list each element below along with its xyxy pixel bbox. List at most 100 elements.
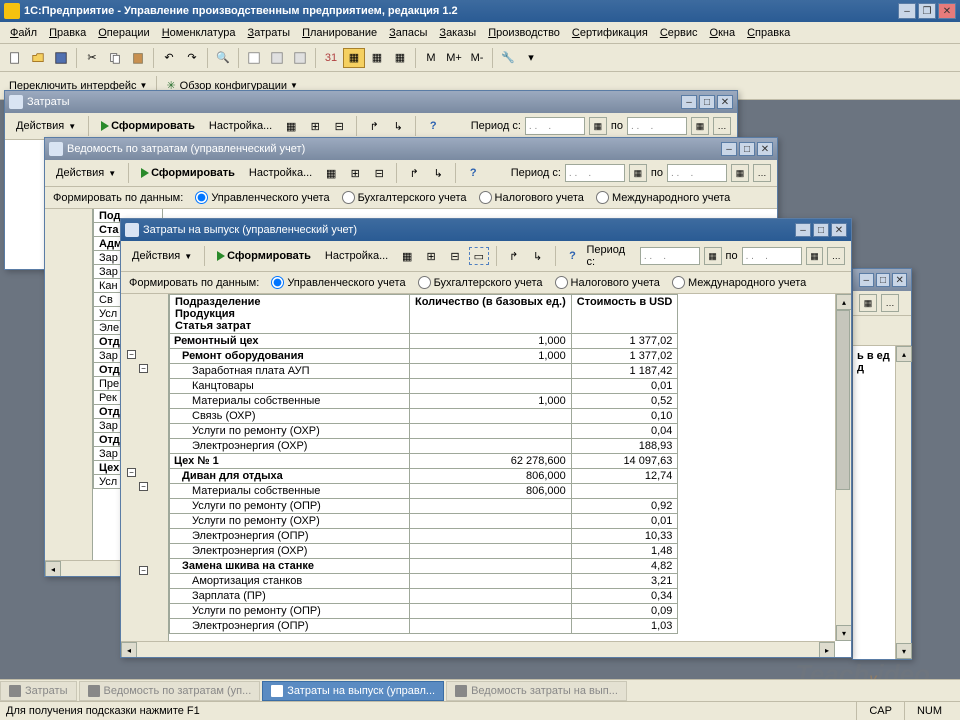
expand-icon[interactable]: ⊞ (421, 247, 441, 265)
open-icon[interactable] (27, 48, 49, 68)
calendar-icon[interactable]: ▦ (859, 294, 877, 312)
actions-menu[interactable]: Действия▼ (11, 117, 81, 135)
grid2-icon[interactable]: ▦ (366, 48, 388, 68)
calendar-icon[interactable]: ▦ (691, 117, 709, 135)
restore-button[interactable]: ❐ (918, 3, 936, 19)
arrow1-icon[interactable]: ↱ (404, 164, 424, 182)
m-minus-icon[interactable]: M- (466, 48, 488, 68)
maximize-button[interactable]: □ (876, 273, 891, 287)
actions-menu[interactable]: Действия▼ (127, 247, 197, 265)
new-doc-icon[interactable] (4, 48, 26, 68)
copy-icon[interactable] (104, 48, 126, 68)
menu-сертификация[interactable]: Сертификация (566, 25, 654, 41)
window-titlebar[interactable]: – □ ✕ (853, 269, 911, 291)
tool-icon[interactable]: ▦ (397, 247, 417, 265)
radio-tax[interactable]: Налогового учета (555, 276, 660, 289)
menu-производство[interactable]: Производство (482, 25, 566, 41)
table-row[interactable]: Ремонтный цех1,0001 377,02 (170, 334, 835, 349)
close-button[interactable]: ✕ (717, 95, 733, 109)
maximize-button[interactable]: □ (739, 142, 755, 156)
form-button[interactable]: Сформировать (212, 247, 316, 265)
table-row[interactable]: Замена шкива на станке4,82 (170, 559, 835, 574)
settings-button[interactable]: Настройка... (320, 247, 393, 265)
tool3-icon[interactable] (289, 48, 311, 68)
date-from-input[interactable] (525, 117, 585, 135)
radio-management[interactable]: Управленческого учета (271, 276, 405, 289)
close-button[interactable]: ✕ (938, 3, 956, 19)
find-icon[interactable]: 🔍 (212, 48, 234, 68)
settings-button[interactable]: Настройка... (244, 164, 317, 182)
tool-icon[interactable]: ▦ (281, 117, 301, 135)
collapse-icon[interactable]: ⊟ (329, 117, 349, 135)
scroll-thumb[interactable] (836, 310, 850, 490)
grid-icon[interactable]: ▦ (343, 48, 365, 68)
more-button[interactable]: … (881, 294, 899, 312)
tree-toggle[interactable]: − (139, 482, 148, 491)
expand-icon[interactable]: ⊞ (305, 117, 325, 135)
minimize-button[interactable]: – (859, 273, 874, 287)
task-cost-statement[interactable]: Ведомость по затратам (уп... (79, 681, 261, 701)
tree-toggle[interactable]: − (139, 566, 148, 575)
date-from-input[interactable] (565, 164, 625, 182)
maximize-button[interactable]: □ (699, 95, 715, 109)
menu-правка[interactable]: Правка (43, 25, 92, 41)
scroll-up-icon[interactable]: ▴ (836, 294, 851, 310)
menu-запасы[interactable]: Запасы (383, 25, 433, 41)
tool-icon[interactable] (243, 48, 265, 68)
scroll-left-icon[interactable]: ◂ (45, 561, 61, 576)
horizontal-scrollbar[interactable]: ◂ ▸ (121, 641, 835, 657)
collapse-icon[interactable]: ⊟ (369, 164, 389, 182)
form-button[interactable]: Сформировать (96, 117, 200, 135)
dropdown-icon[interactable]: ▾ (520, 48, 542, 68)
menu-операции[interactable]: Операции (92, 25, 155, 41)
collapse-icon[interactable]: ⊟ (445, 247, 465, 265)
radio-accounting[interactable]: Бухгалтерского учета (342, 191, 467, 204)
tool2-icon[interactable] (266, 48, 288, 68)
wrench-icon[interactable]: 🔧 (497, 48, 519, 68)
table-row[interactable]: Электроэнергия (ОПР)1,03 (170, 619, 835, 634)
help-icon[interactable]: ? (463, 164, 483, 182)
select-icon[interactable]: ▭ (469, 247, 489, 265)
task-output-costs[interactable]: Затраты на выпуск (управл... (262, 681, 444, 701)
menu-номенклатура[interactable]: Номенклатура (156, 25, 242, 41)
table-row[interactable]: Цех № 162 278,60014 097,63 (170, 454, 835, 469)
date-icon[interactable]: 31 (320, 48, 342, 68)
arrow1-icon[interactable]: ↱ (364, 117, 384, 135)
tree-toggle[interactable]: − (127, 350, 136, 359)
save-icon[interactable] (50, 48, 72, 68)
menu-справка[interactable]: Справка (741, 25, 796, 41)
calendar-icon[interactable]: ▦ (806, 247, 824, 265)
data-table[interactable]: Подразделение Продукция Статья затрат Ко… (169, 294, 835, 641)
calc-icon[interactable]: ▦ (389, 48, 411, 68)
more-button[interactable]: … (827, 247, 845, 265)
maximize-button[interactable]: □ (813, 223, 829, 237)
menu-сервис[interactable]: Сервис (654, 25, 704, 41)
arrow1-icon[interactable]: ↱ (504, 247, 524, 265)
table-row[interactable]: Амортизация станков3,21 (170, 574, 835, 589)
table-row[interactable]: Связь (ОХР)0,10 (170, 409, 835, 424)
settings-button[interactable]: Настройка... (204, 117, 277, 135)
date-to-input[interactable] (742, 247, 802, 265)
more-button[interactable]: … (713, 117, 731, 135)
menu-затраты[interactable]: Затраты (242, 25, 297, 41)
table-row[interactable]: Материалы собственные806,000 (170, 484, 835, 499)
calendar-icon[interactable]: ▦ (731, 164, 749, 182)
date-to-input[interactable] (667, 164, 727, 182)
date-to-input[interactable] (627, 117, 687, 135)
close-button[interactable]: ✕ (757, 142, 773, 156)
arrow2-icon[interactable]: ↳ (528, 247, 548, 265)
table-row[interactable]: Канцтовары0,01 (170, 379, 835, 394)
m-icon[interactable]: M (420, 48, 442, 68)
cut-icon[interactable]: ✂ (81, 48, 103, 68)
table-row[interactable]: Ремонт оборудования1,0001 377,02 (170, 349, 835, 364)
table-row[interactable]: Услуги по ремонту (ОХР)0,01 (170, 514, 835, 529)
window-titlebar[interactable]: Ведомость по затратам (управленческий уч… (45, 138, 777, 160)
table-row[interactable]: Услуги по ремонту (ОПР)0,09 (170, 604, 835, 619)
table-row[interactable]: Диван для отдыха806,00012,74 (170, 469, 835, 484)
date-from-input[interactable] (640, 247, 700, 265)
close-button[interactable]: ✕ (831, 223, 847, 237)
table-row[interactable]: Заработная плата АУП1 187,42 (170, 364, 835, 379)
calendar-icon[interactable]: ▦ (629, 164, 647, 182)
task-cost-output-statement[interactable]: Ведомость затраты на вып... (446, 681, 627, 701)
window-titlebar[interactable]: Затраты – □ ✕ (5, 91, 737, 113)
